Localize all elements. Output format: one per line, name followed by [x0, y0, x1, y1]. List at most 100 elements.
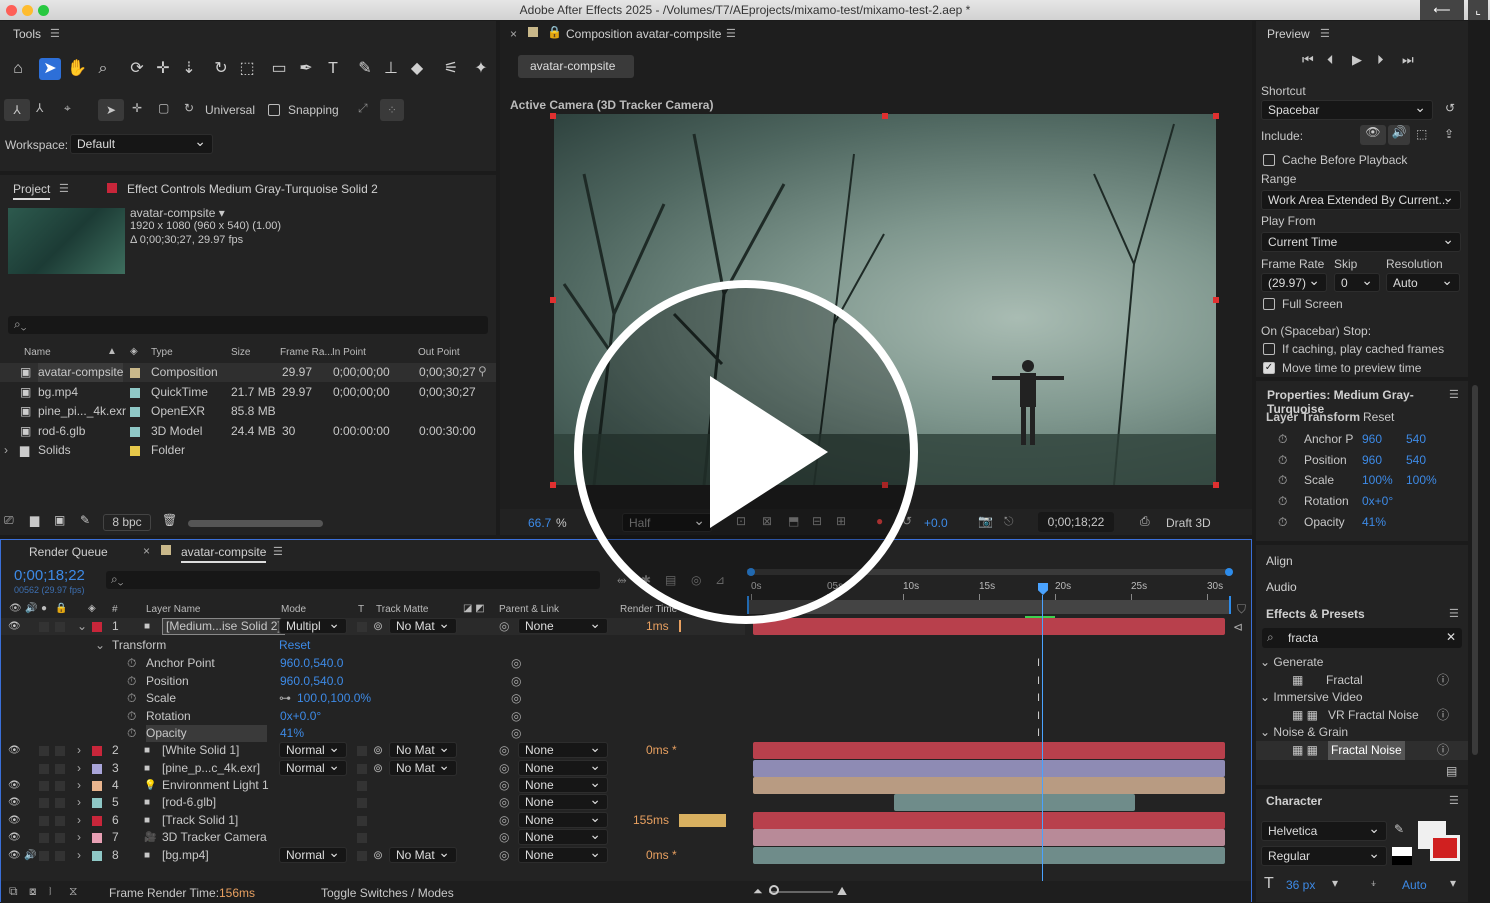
trash-icon[interactable]: 🗑: [162, 513, 177, 527]
col-name[interactable]: Name: [24, 347, 51, 358]
local-axis-icon[interactable]: ⅄: [4, 99, 30, 121]
view-axis-icon[interactable]: ⌖: [64, 101, 71, 116]
handle[interactable]: [1213, 113, 1219, 119]
solo-switch[interactable]: [39, 816, 49, 826]
grid-snap-icon[interactable]: ⁘: [380, 99, 404, 121]
pen-tool-icon[interactable]: ✒: [295, 58, 317, 80]
menu-icon[interactable]: ☰: [1449, 794, 1459, 807]
tab-effect-controls[interactable]: Effect Controls Medium Gray-Turquoise So…: [127, 182, 378, 196]
close-window-button[interactable]: [6, 5, 17, 16]
preserve-transparency-switch[interactable]: [357, 781, 367, 791]
renderer-icon[interactable]: ⎙: [1140, 514, 1150, 529]
type-tool-icon[interactable]: T: [322, 58, 344, 80]
layer-duration-bar[interactable]: [753, 742, 1225, 759]
visibility-eye-icon[interactable]: 👁: [8, 812, 21, 829]
comp-marker-bin-icon[interactable]: ⛉: [1237, 602, 1246, 617]
project-item[interactable]: › ▆ Solids Folder: [0, 441, 496, 460]
camera-icon[interactable]: 📷: [978, 514, 993, 528]
col-in[interactable]: In Point: [332, 347, 366, 358]
visibility-eye-icon[interactable]: 👁: [8, 829, 21, 846]
show-snapshot-icon[interactable]: ⎋: [1004, 514, 1014, 529]
rectangle-tool-icon[interactable]: ▭: [268, 58, 290, 80]
property-value-1[interactable]: 0x+0°: [1362, 492, 1393, 511]
leading-value[interactable]: Auto: [1402, 878, 1427, 892]
audio-icon[interactable]: 🔊: [24, 847, 36, 864]
layer-name[interactable]: [pine_p...c_4k.exr]: [162, 760, 260, 777]
property-value-1[interactable]: 41%: [1362, 513, 1386, 532]
layer-name[interactable]: Environment Light 1: [162, 777, 269, 794]
stroke-color-swatch[interactable]: [1430, 835, 1460, 861]
constrain-proportions-icon[interactable]: ⊶: [279, 690, 291, 707]
solo-switch[interactable]: [39, 746, 49, 756]
pickwhip-icon[interactable]: ◎: [499, 812, 509, 829]
info-icon[interactable]: ⓘ: [1437, 741, 1449, 760]
matte-link-icon[interactable]: ⊚: [373, 760, 383, 777]
renderer-label[interactable]: Draft 3D: [1166, 516, 1211, 530]
visibility-eye-icon[interactable]: 👁: [8, 794, 21, 811]
last-frame-icon[interactable]: ⏭: [1402, 52, 1414, 68]
skip-dropdown[interactable]: 0: [1334, 271, 1380, 292]
font-style-dropdown[interactable]: Regular: [1261, 844, 1387, 866]
transform-property-value[interactable]: 960.0,540.0: [280, 655, 343, 672]
brush-tool-icon[interactable]: ✎: [354, 58, 376, 80]
sort-icon[interactable]: ▲: [107, 346, 117, 357]
hand-tool-icon[interactable]: ✋: [66, 58, 88, 80]
property-value-1[interactable]: 100%: [1362, 471, 1393, 490]
label-swatch[interactable]: [130, 368, 140, 378]
menu-icon[interactable]: ☰: [59, 182, 69, 195]
property-value-2[interactable]: 540: [1406, 430, 1426, 449]
comp-tab-title[interactable]: Composition avatar-compsite: [566, 27, 721, 41]
clear-icon[interactable]: ✕: [1446, 630, 1456, 644]
handle[interactable]: [1213, 482, 1219, 488]
pickwhip-icon[interactable]: ◎: [511, 655, 521, 672]
comp-breadcrumb[interactable]: avatar-compsite: [518, 55, 634, 78]
project-item[interactable]: ▣ bg.mp4 QuickTime 21.7 MB 29.97 0;00;00…: [0, 383, 496, 402]
layer-duration-bar[interactable]: [894, 794, 1135, 811]
pickwhip-icon[interactable]: ◎: [499, 829, 509, 846]
if-caching-checkbox[interactable]: [1263, 343, 1275, 355]
back-icon[interactable]: ⟵: [1420, 0, 1464, 20]
folder-icon[interactable]: ▆: [30, 513, 39, 527]
pickwhip-icon[interactable]: ◎: [499, 760, 509, 777]
label-swatch[interactable]: [92, 781, 102, 791]
expand-icon[interactable]: ›: [4, 441, 8, 460]
solo-switch[interactable]: [39, 851, 49, 861]
effects-group[interactable]: ⌄ Immersive Video: [1260, 688, 1464, 707]
new-bin-icon[interactable]: ▤: [1446, 764, 1457, 778]
chevron-down-icon[interactable]: ⌄: [95, 637, 105, 654]
cursor-icon[interactable]: ➤: [98, 99, 124, 121]
preserve-transparency-switch[interactable]: [357, 746, 367, 756]
scale-icon[interactable]: ▢: [158, 101, 169, 115]
world-axis-icon[interactable]: ⅄: [36, 101, 43, 115]
handle[interactable]: [550, 297, 556, 303]
bw-swatch[interactable]: [1392, 847, 1412, 865]
roto-tool-icon[interactable]: ⚟: [440, 58, 462, 80]
keyframe-nav-icon[interactable]: ⊲: [1233, 620, 1243, 634]
keyframe-marker-icon[interactable]: I: [1037, 727, 1040, 739]
nav-end-handle[interactable]: [1225, 568, 1233, 576]
stopwatch-icon[interactable]: ⏱: [1278, 513, 1287, 532]
transform-property-value[interactable]: 100.0,100.0%: [297, 690, 371, 707]
label-swatch[interactable]: [92, 816, 102, 826]
property-value-1[interactable]: 960: [1362, 430, 1382, 449]
label-swatch[interactable]: [92, 833, 102, 843]
rotate-tool-icon[interactable]: ↻: [210, 58, 232, 80]
track-matte-dropdown[interactable]: No Mat: [389, 740, 457, 758]
effects-item[interactable]: ▦ Fractal ⓘ: [1256, 671, 1468, 690]
matte-link-icon[interactable]: ⊚: [373, 847, 383, 864]
layer-row[interactable]: 👁 › 4 💡 Environment Light 1 ◎ None: [1, 775, 745, 794]
parent-dropdown[interactable]: None: [518, 827, 608, 845]
preserve-transparency-switch[interactable]: [357, 851, 367, 861]
font-family-dropdown[interactable]: Helvetica: [1261, 819, 1387, 841]
project-item[interactable]: ▣ pine_pi..._4k.exr OpenEXR 85.8 MB: [0, 402, 496, 421]
info-icon[interactable]: ⓘ: [1437, 706, 1449, 725]
snapping-checkbox[interactable]: [268, 104, 280, 116]
frame-rate-dropdown[interactable]: (29.97): [1261, 271, 1327, 292]
pickwhip-icon[interactable]: ◎: [499, 742, 509, 759]
corner-icon[interactable]: ⌞: [1468, 0, 1488, 20]
menu-icon[interactable]: ☰: [1320, 27, 1330, 40]
work-area-end[interactable]: [1229, 596, 1231, 614]
new-comp-icon[interactable]: ▣: [54, 513, 65, 527]
visibility-eye-icon[interactable]: 👁: [8, 777, 21, 794]
handle[interactable]: [550, 482, 556, 488]
